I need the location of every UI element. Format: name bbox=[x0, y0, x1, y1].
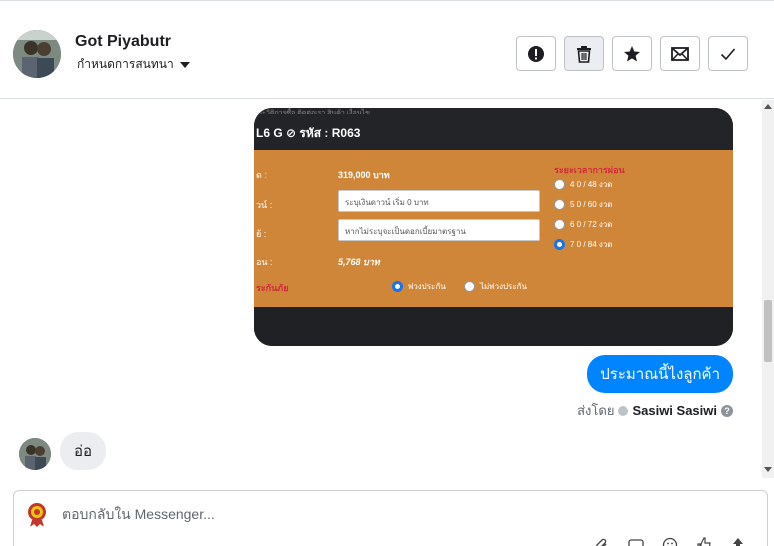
caret-down-icon bbox=[179, 61, 190, 68]
radio-empty-icon bbox=[554, 199, 565, 210]
message-thread[interactable]: ประวัติการซื้อ ติดต่อเรา สินค้า เงื่อนไข… bbox=[0, 100, 774, 478]
outgoing-message[interactable]: ประมาณนี้ไงลูกค้า bbox=[587, 355, 733, 393]
radio-selected-icon bbox=[554, 239, 565, 250]
attachment-header: ประวัติการซื้อ ติดต่อเรา สินค้า เงื่อนไข… bbox=[254, 108, 733, 150]
form-value-installment: 5,768 บาท bbox=[338, 257, 380, 267]
loan-calculator-form: ด : 319,000 บาท วน์ : ระบุเงินดาวน์ เริ่… bbox=[254, 150, 733, 307]
insurance-option-with: พ่วงประกัน bbox=[392, 280, 446, 293]
contact-avatar-small[interactable] bbox=[19, 438, 51, 470]
gif-icon[interactable] bbox=[628, 537, 644, 546]
messenger-inbox: Got Piyabutr กำหนดการสนทนา ประวัติการซื้… bbox=[0, 0, 774, 546]
form-input-down: ระบุเงินดาวน์ เริ่ม 0 บาท bbox=[338, 190, 540, 212]
send-icon[interactable] bbox=[730, 537, 746, 546]
attachment-nav: ประวัติการซื้อ ติดต่อเรา สินค้า เงื่อนไข bbox=[254, 110, 370, 114]
attachment-title: L6 G ⊘ รหัส : R063 bbox=[256, 126, 361, 140]
sent-by-label: ส่งโดย bbox=[577, 403, 615, 418]
reply-composer bbox=[13, 490, 768, 546]
radio-selected-icon bbox=[392, 281, 403, 292]
envelope-icon bbox=[671, 46, 689, 61]
assign-conversation-dropdown[interactable]: กำหนดการสนทนา bbox=[77, 55, 190, 74]
period-option-4: 7 0 / 84 งวด bbox=[554, 238, 613, 251]
conversation-header: Got Piyabutr กำหนดการสนทนา bbox=[0, 9, 774, 99]
assign-label: กำหนดการสนทนา bbox=[77, 57, 174, 71]
form-label-insurance: ระกันภัย bbox=[256, 283, 289, 293]
period-option-1: 4 0 / 48 งวด bbox=[554, 178, 613, 191]
form-value-price: 319,000 บาท bbox=[338, 170, 390, 180]
sent-by-line: ส่งโดย Sasiwi Sasiwi ? bbox=[577, 400, 733, 421]
radio-empty-icon bbox=[464, 281, 475, 292]
period-option-2: 5 0 / 60 งวด bbox=[554, 198, 613, 211]
form-label-installment: อน : bbox=[256, 257, 273, 267]
contact-avatar[interactable] bbox=[13, 30, 61, 78]
period-title: ระยะเวลาการผ่อน bbox=[554, 165, 625, 175]
trash-icon bbox=[577, 45, 591, 63]
like-icon[interactable] bbox=[696, 537, 712, 546]
delete-button[interactable] bbox=[564, 36, 604, 71]
emoji-icon[interactable] bbox=[662, 537, 678, 546]
scroll-thumb[interactable] bbox=[764, 300, 772, 362]
mark-unread-button[interactable] bbox=[660, 36, 700, 71]
form-label-interest: ย้ : bbox=[256, 229, 267, 239]
incoming-message[interactable]: อ่อ bbox=[60, 432, 107, 470]
star-icon bbox=[624, 45, 640, 61]
attachment-footer bbox=[254, 307, 733, 346]
form-label-price: ด : bbox=[256, 170, 267, 180]
sender-name: Sasiwi Sasiwi bbox=[632, 403, 717, 418]
contact-name[interactable]: Got Piyabutr bbox=[75, 33, 171, 51]
checkmark-icon bbox=[720, 47, 736, 60]
report-spam-icon bbox=[528, 45, 544, 62]
scrollbar[interactable] bbox=[762, 100, 774, 478]
radio-empty-icon bbox=[554, 219, 565, 230]
radio-empty-icon bbox=[554, 179, 565, 190]
mark-done-button[interactable] bbox=[708, 36, 748, 71]
help-icon[interactable]: ? bbox=[721, 404, 733, 417]
report-spam-button[interactable] bbox=[516, 36, 556, 71]
attach-icon[interactable] bbox=[594, 537, 610, 546]
header-actions bbox=[516, 36, 748, 71]
form-input-interest: หากไม่ระบุจะเป็นดอกเบี้ยมาตรฐาน bbox=[338, 219, 540, 241]
scroll-down-arrow-icon[interactable] bbox=[764, 467, 772, 472]
period-option-3: 6 0 / 72 งวด bbox=[554, 218, 613, 231]
page-icon bbox=[618, 405, 629, 416]
reply-input[interactable] bbox=[62, 506, 662, 522]
scroll-up-arrow-icon[interactable] bbox=[764, 104, 772, 109]
star-button[interactable] bbox=[612, 36, 652, 71]
composer-tools bbox=[594, 537, 746, 546]
image-attachment[interactable]: ประวัติการซื้อ ติดต่อเรา สินค้า เงื่อนไข… bbox=[254, 108, 733, 346]
form-label-down: วน์ : bbox=[256, 200, 273, 210]
insurance-option-without: ไม่พ่วงประกัน bbox=[464, 280, 527, 293]
page-avatar bbox=[23, 500, 51, 528]
